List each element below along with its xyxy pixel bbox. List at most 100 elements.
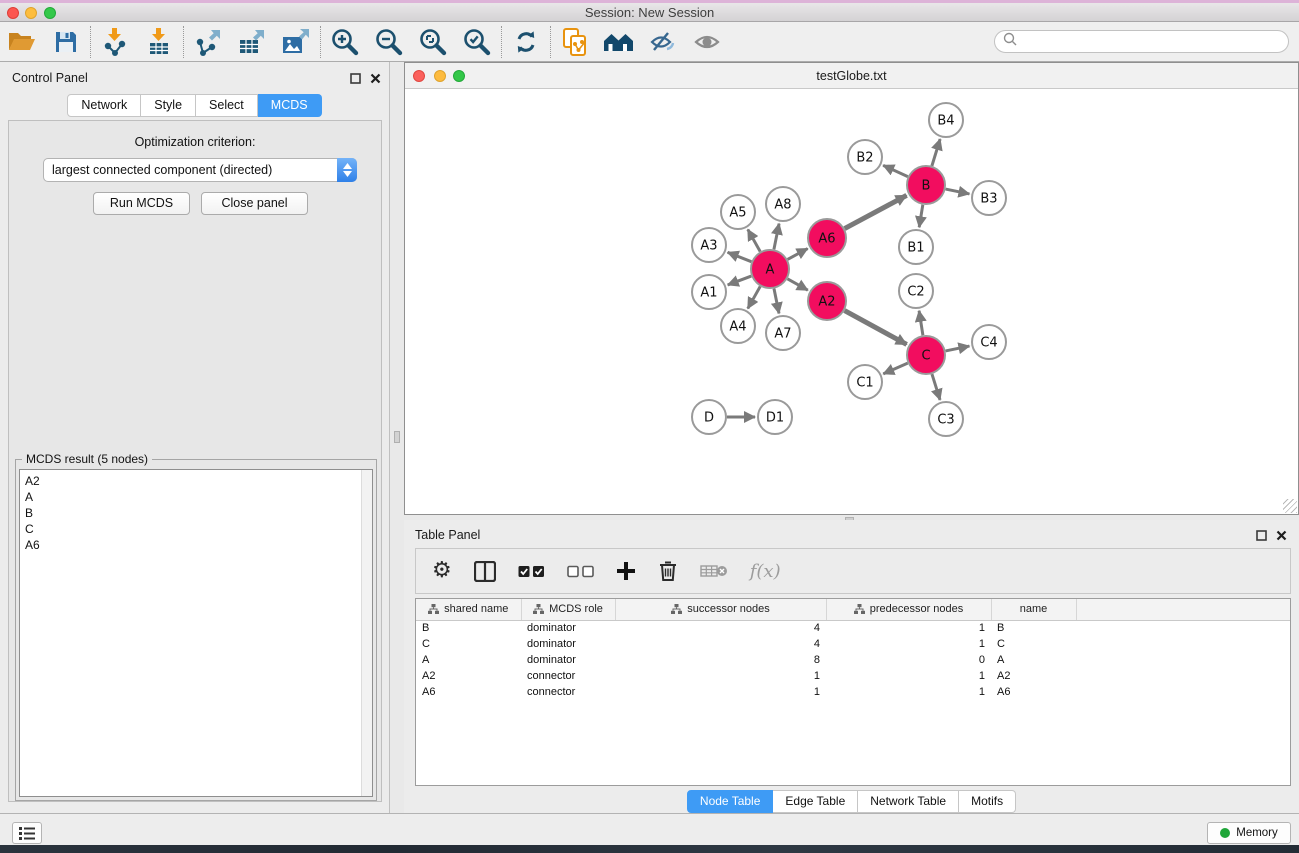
tab-node-table[interactable]: Node Table (687, 790, 774, 813)
table-cell[interactable]: 1 (826, 636, 991, 652)
column-header-name[interactable]: name (991, 599, 1076, 620)
graph-edge[interactable] (728, 276, 752, 285)
import-table-icon[interactable] (137, 24, 181, 60)
graph-edge[interactable] (932, 374, 940, 400)
table-cell[interactable]: A2 (416, 668, 521, 684)
table-row[interactable]: Adominator80A (416, 652, 1290, 668)
graph-edge[interactable] (748, 286, 760, 308)
deselect-all-checks-icon[interactable] (567, 565, 594, 578)
tab-motifs[interactable]: Motifs (959, 790, 1016, 813)
table-cell[interactable]: B (416, 620, 521, 636)
search-input[interactable] (1018, 33, 1288, 51)
select-all-checks-icon[interactable] (518, 565, 545, 578)
column-header-mcds-role[interactable]: MCDS role (521, 599, 615, 620)
table-cell[interactable]: A6 (416, 684, 521, 700)
table-cell[interactable]: dominator (521, 652, 615, 668)
add-row-icon[interactable] (616, 561, 636, 581)
tab-select[interactable]: Select (196, 94, 258, 117)
table-cell[interactable]: C (416, 636, 521, 652)
column-header-predecessor-nodes[interactable]: predecessor nodes (826, 599, 991, 620)
close-panel-button[interactable]: Close panel (201, 192, 308, 215)
graph-edge[interactable] (919, 205, 923, 228)
hide-graphics-details-icon[interactable] (641, 24, 685, 60)
table-cell[interactable]: C (991, 636, 1076, 652)
graph-edge[interactable] (932, 139, 940, 166)
network-window-titlebar[interactable]: testGlobe.txt (405, 63, 1298, 89)
window-resize-grip[interactable] (1283, 499, 1297, 513)
zoom-out-icon[interactable] (367, 24, 411, 60)
tab-network[interactable]: Network (67, 94, 141, 117)
refresh-icon[interactable] (504, 24, 548, 60)
table-cell[interactable]: 0 (826, 652, 991, 668)
graph-edge[interactable] (774, 224, 779, 250)
mcds-result-item[interactable]: A6 (20, 537, 372, 553)
table-cell[interactable]: dominator (521, 636, 615, 652)
table-row[interactable]: Cdominator41C (416, 636, 1290, 652)
export-image-icon[interactable] (274, 24, 318, 60)
graph-edge[interactable] (883, 165, 908, 176)
columns-icon[interactable] (474, 561, 496, 582)
function-builder-icon[interactable]: f(x) (750, 561, 781, 582)
task-history-button[interactable] (12, 822, 42, 844)
table-cell[interactable]: connector (521, 668, 615, 684)
open-session-icon[interactable] (553, 24, 597, 60)
graph-edge[interactable] (748, 229, 760, 251)
import-network-icon[interactable] (93, 24, 137, 60)
graph-edge[interactable] (788, 249, 808, 260)
show-graphics-details-icon[interactable] (685, 24, 729, 60)
table-cell[interactable]: connector (521, 684, 615, 700)
table-cell[interactable]: 1 (615, 684, 826, 700)
graph-edge[interactable] (946, 346, 970, 351)
memory-button[interactable]: Memory (1207, 822, 1291, 844)
run-mcds-button[interactable]: Run MCDS (93, 192, 190, 215)
delete-row-icon[interactable] (658, 560, 678, 582)
save-session-icon[interactable] (44, 24, 88, 60)
export-network-icon[interactable] (186, 24, 230, 60)
zoom-selected-icon[interactable] (455, 24, 499, 60)
table-cell[interactable]: 4 (615, 636, 826, 652)
home-icon[interactable] (597, 24, 641, 60)
float-panel-icon[interactable] (1256, 528, 1267, 546)
graph-edge[interactable] (883, 363, 907, 374)
graph-edge[interactable] (774, 289, 779, 314)
graph-edge[interactable] (845, 195, 907, 228)
mcds-result-item[interactable]: B (20, 505, 372, 521)
table-cell[interactable]: A6 (991, 684, 1076, 700)
tab-style[interactable]: Style (141, 94, 196, 117)
tab-mcds[interactable]: MCDS (258, 94, 322, 117)
zoom-in-icon[interactable] (323, 24, 367, 60)
table-cell[interactable]: A (416, 652, 521, 668)
tab-edge-table[interactable]: Edge Table (773, 790, 858, 813)
table-cell[interactable]: 1 (826, 668, 991, 684)
table-cell[interactable]: B (991, 620, 1076, 636)
close-panel-icon[interactable] (1276, 528, 1287, 546)
float-panel-icon[interactable] (350, 71, 361, 89)
network-graph[interactable]: B4B2BB3A5A8A6A3B1AA1C2A2A4A7C4CC1C3DD1 (405, 89, 1298, 514)
mcds-result-item[interactable]: A2 (20, 473, 372, 489)
graph-edge[interactable] (919, 311, 923, 335)
graph-edge[interactable] (946, 189, 970, 194)
mcds-result-item[interactable]: A (20, 489, 372, 505)
tab-network-table[interactable]: Network Table (858, 790, 959, 813)
left-scroll-handle[interactable] (394, 431, 400, 443)
table-row[interactable]: A6connector11A6 (416, 684, 1290, 700)
table-cell[interactable]: 1 (615, 668, 826, 684)
zoom-fit-icon[interactable] (411, 24, 455, 60)
graph-edge[interactable] (845, 311, 907, 345)
column-header-shared-name[interactable]: shared name (416, 599, 521, 620)
criterion-dropdown[interactable]: largest connected component (directed) (43, 158, 357, 182)
table-settings-icon[interactable]: ⚙ (432, 561, 452, 581)
graph-edge[interactable] (787, 279, 807, 290)
table-cell[interactable]: 1 (826, 684, 991, 700)
delete-table-icon[interactable] (700, 563, 728, 579)
table-cell[interactable]: A (991, 652, 1076, 668)
mcds-result-item[interactable]: C (20, 521, 372, 537)
table-cell[interactable]: 4 (615, 620, 826, 636)
column-header-successor-nodes[interactable]: successor nodes (615, 599, 826, 620)
table-row[interactable]: A2connector11A2 (416, 668, 1290, 684)
open-network-icon[interactable] (0, 24, 44, 60)
table-cell[interactable]: dominator (521, 620, 615, 636)
close-panel-icon[interactable] (370, 71, 381, 89)
table-row[interactable]: Bdominator41B (416, 620, 1290, 636)
graph-edge[interactable] (728, 252, 752, 261)
